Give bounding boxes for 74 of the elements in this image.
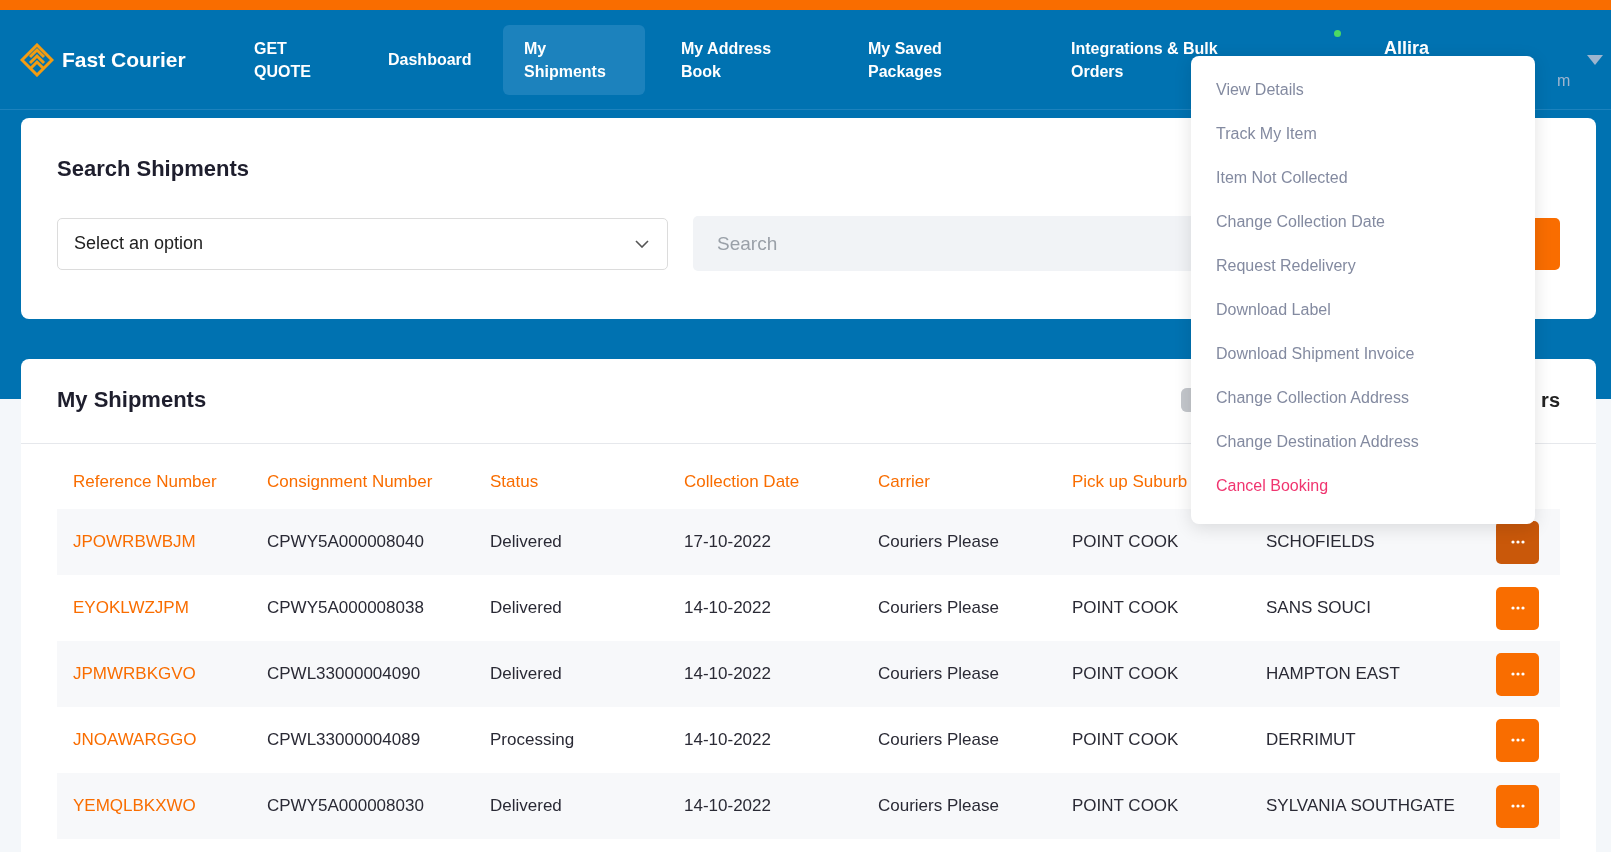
- more-icon: [1510, 606, 1525, 610]
- more-icon: [1510, 672, 1525, 676]
- more-icon: [1510, 540, 1525, 544]
- nav-tab[interactable]: My Saved Packages: [847, 24, 979, 95]
- menu-item[interactable]: Item Not Collected: [1216, 156, 1348, 200]
- nav-tab[interactable]: Dashboard: [367, 36, 493, 83]
- reference-link[interactable]: EYOKLWZJPM: [73, 598, 189, 618]
- column-header: Status: [490, 471, 539, 492]
- actions-button[interactable]: [1496, 718, 1539, 762]
- table-cell: Couriers Please: [878, 730, 999, 750]
- reference-link[interactable]: YEMQLBKXWO: [73, 796, 196, 816]
- table-cell: CPWL33000004089: [267, 730, 421, 750]
- table-cell: 14-10-2022: [684, 730, 771, 750]
- menu-item[interactable]: Change Destination Address: [1216, 420, 1419, 464]
- reference-link[interactable]: JPOWRBWBJM: [73, 532, 196, 552]
- column-header: Collection Date: [684, 471, 800, 492]
- column-header: Reference Number: [73, 471, 217, 492]
- actions-button[interactable]: [1496, 520, 1539, 564]
- table-cell: Couriers Please: [878, 796, 999, 816]
- table-cell: DERRIMUT: [1266, 730, 1356, 750]
- table-cell: Couriers Please: [878, 532, 999, 552]
- menu-item[interactable]: View Details: [1216, 68, 1304, 112]
- filter-label: rs: [1541, 388, 1560, 412]
- nav-tab[interactable]: GET QUOTE: [233, 24, 337, 95]
- table-cell: SCHOFIELDS: [1266, 532, 1375, 552]
- table-cell: CPWY5A000008030: [267, 796, 424, 816]
- table-cell: CPWL33000004090: [267, 664, 421, 684]
- actions-button[interactable]: [1496, 652, 1539, 696]
- table-cell: Delivered: [490, 796, 562, 816]
- table-cell: 14-10-2022: [684, 796, 771, 816]
- table-cell: POINT COOK: [1072, 796, 1179, 816]
- select-field[interactable]: Select an option: [57, 217, 668, 270]
- user-name[interactable]: Allira: [1384, 38, 1430, 59]
- caret-icon[interactable]: [1587, 55, 1603, 65]
- column-header: Pick up Suburb: [1072, 471, 1188, 492]
- reference-link[interactable]: JPMWRBKGVO: [73, 664, 196, 684]
- table-cell: POINT COOK: [1072, 664, 1179, 684]
- table-cell: Delivered: [490, 532, 562, 552]
- menu-item[interactable]: Download Shipment Invoice: [1216, 332, 1415, 376]
- more-icon: [1510, 738, 1525, 742]
- nav-tab[interactable]: My Shipments: [503, 24, 645, 95]
- menu-item[interactable]: Change Collection Address: [1216, 376, 1409, 420]
- menu-item[interactable]: Cancel Booking: [1216, 464, 1329, 508]
- column-header: Carrier: [878, 471, 930, 492]
- table-cell: SYLVANIA SOUTHGATE: [1266, 796, 1455, 816]
- nav-tab[interactable]: My Address Book: [660, 24, 802, 95]
- table-cell: Processing: [490, 730, 575, 750]
- table-cell: Delivered: [490, 664, 562, 684]
- table-cell: 14-10-2022: [684, 664, 771, 684]
- table-cell: CPWY5A000008038: [267, 598, 424, 618]
- column-header: Consignment Number: [267, 471, 433, 492]
- table-cell: HAMPTON EAST: [1266, 664, 1400, 684]
- table-cell: POINT COOK: [1072, 532, 1179, 552]
- table-cell: SANS SOUCI: [1266, 598, 1371, 618]
- chevron-icon: [635, 239, 649, 248]
- table-cell: Couriers Please: [878, 664, 999, 684]
- card-title: Search Shipments: [57, 156, 249, 182]
- logo-icon: [20, 42, 54, 77]
- reference-link[interactable]: JNOAWARGGO: [73, 730, 197, 750]
- table-cell: CPWY5A000008040: [267, 532, 424, 552]
- user-subtitle: m: [1557, 72, 1571, 90]
- table-cell: 17-10-2022: [684, 532, 771, 552]
- brand-name[interactable]: Fast Courier: [62, 47, 186, 72]
- table-cell: 14-10-2022: [684, 598, 771, 618]
- table-cell: Couriers Please: [878, 598, 999, 618]
- more-icon: [1510, 804, 1525, 808]
- table-cell: Delivered: [490, 598, 562, 618]
- actions-button[interactable]: [1496, 586, 1539, 630]
- menu-item[interactable]: Download Label: [1216, 288, 1331, 332]
- table-cell: POINT COOK: [1072, 598, 1179, 618]
- menu-item[interactable]: Track My Item: [1216, 112, 1317, 156]
- actions-button[interactable]: [1496, 784, 1539, 828]
- card-title: My Shipments: [57, 387, 207, 413]
- table-cell: POINT COOK: [1072, 730, 1179, 750]
